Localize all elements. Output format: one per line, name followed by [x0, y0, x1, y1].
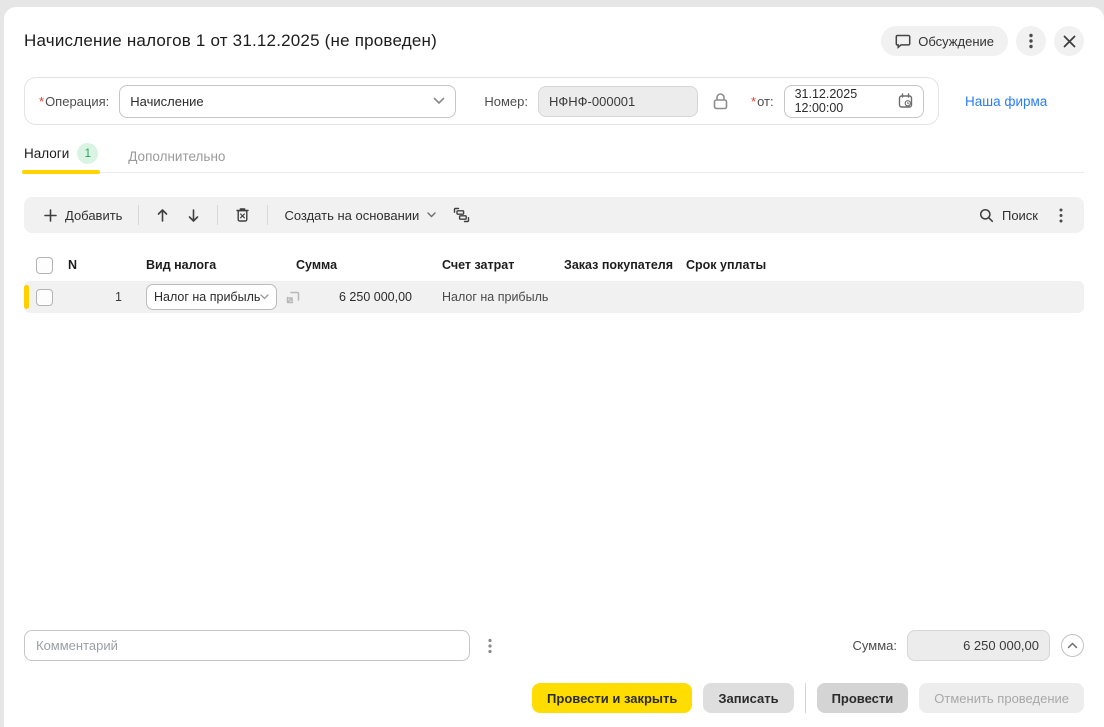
current-row-marker — [24, 285, 29, 309]
comment-input[interactable] — [24, 630, 470, 661]
kebab-icon — [1029, 33, 1033, 49]
chat-icon — [895, 34, 911, 49]
header-fields-row: *Операция: Начисление Номер: *от: 31.12.… — [24, 77, 1084, 125]
number-field[interactable] — [538, 86, 698, 117]
total-label: Сумма: — [853, 638, 897, 653]
discussion-label: Обсуждение — [918, 34, 994, 49]
select-all-checkbox[interactable] — [36, 257, 53, 274]
add-row-button[interactable]: Добавить — [36, 201, 130, 229]
column-header-due-date: Срок уплаты — [680, 258, 1084, 272]
collapse-footer-button[interactable] — [1061, 634, 1084, 657]
number-label: Номер: — [484, 94, 528, 109]
tab-additional[interactable]: Дополнительно — [128, 149, 225, 172]
create-based-on-button[interactable]: Создать на основании — [276, 201, 444, 229]
delete-row-button[interactable] — [226, 201, 259, 229]
toolbar-separator — [217, 205, 218, 225]
close-button[interactable] — [1054, 26, 1084, 56]
operation-label: *Операция: — [39, 94, 109, 109]
actions-separator — [805, 683, 806, 713]
more-menu-button[interactable] — [1016, 26, 1046, 56]
table-row[interactable]: 1 Налог на прибыль 6 250 000,00 Налог на… — [24, 281, 1084, 313]
title-bar: Начисление налогов 1 от 31.12.2025 (не п… — [24, 19, 1084, 63]
post-and-close-button[interactable]: Провести и закрыть — [532, 683, 692, 713]
search-button[interactable]: Поиск — [971, 201, 1046, 229]
total-amount-field[interactable] — [907, 630, 1050, 661]
calendar-icon — [898, 93, 913, 109]
toolbar-separator — [267, 205, 268, 225]
chevron-down-icon — [433, 97, 445, 105]
discussion-button[interactable]: Обсуждение — [881, 26, 1008, 56]
date-label: *от: — [751, 94, 774, 109]
chevron-up-icon — [1067, 642, 1078, 649]
move-down-button[interactable] — [178, 201, 209, 229]
lock-icon[interactable] — [712, 92, 729, 111]
move-up-button[interactable] — [147, 201, 178, 229]
kebab-icon — [488, 638, 492, 654]
related-documents-icon — [453, 207, 470, 223]
table-toolbar: Добавить Создать на основании — [24, 197, 1084, 233]
header-panel: *Операция: Начисление Номер: *от: 31.12.… — [24, 77, 939, 125]
arrow-up-icon — [156, 208, 169, 223]
chevron-down-icon — [260, 294, 269, 300]
tab-bar: Налоги 1 Дополнительно — [24, 145, 1084, 173]
table-header-row: N Вид налога Сумма Счет затрат Заказ пок… — [24, 249, 1084, 281]
row-checkbox[interactable] — [36, 289, 53, 306]
row-number: 1 — [68, 290, 146, 304]
arrow-down-icon — [187, 208, 200, 223]
row-amount[interactable]: 6 250 000,00 — [296, 290, 436, 304]
column-header-customer-order: Заказ покупателя — [558, 258, 680, 272]
footer-row: Сумма: — [24, 630, 1084, 661]
action-bar: Провести и закрыть Записать Провести Отм… — [24, 683, 1084, 713]
tab-taxes[interactable]: Налоги 1 — [24, 143, 98, 172]
toolbar-more-button[interactable] — [1050, 201, 1072, 229]
trash-icon — [235, 207, 250, 223]
post-button[interactable]: Провести — [817, 683, 909, 713]
tax-type-select[interactable]: Налог на прибыль — [146, 284, 277, 310]
close-icon — [1063, 35, 1076, 48]
operation-select[interactable]: Начисление — [119, 85, 456, 118]
kebab-icon — [1059, 208, 1063, 223]
column-header-tax-type: Вид налога — [146, 258, 296, 272]
document-window: Начисление налогов 1 от 31.12.2025 (не п… — [4, 7, 1104, 727]
undo-post-button[interactable]: Отменить проведение — [919, 683, 1084, 713]
search-icon — [979, 208, 994, 223]
column-header-amount: Сумма — [296, 258, 436, 272]
tab-count-badge: 1 — [77, 143, 98, 164]
plus-icon — [44, 209, 57, 222]
column-header-n: N — [68, 258, 146, 272]
toolbar-separator — [138, 205, 139, 225]
date-field[interactable]: 31.12.2025 12:00:00 — [784, 85, 924, 118]
row-expense-account[interactable]: Налог на прибыль — [436, 290, 558, 304]
organization-link[interactable]: Наша фирма — [965, 94, 1047, 109]
page-title: Начисление налогов 1 от 31.12.2025 (не п… — [24, 31, 437, 51]
related-documents-button[interactable] — [444, 201, 479, 229]
comment-more-button[interactable] — [480, 634, 500, 658]
save-button[interactable]: Записать — [703, 683, 793, 713]
column-header-expense-account: Счет затрат — [436, 258, 558, 272]
chevron-down-icon — [427, 212, 436, 218]
